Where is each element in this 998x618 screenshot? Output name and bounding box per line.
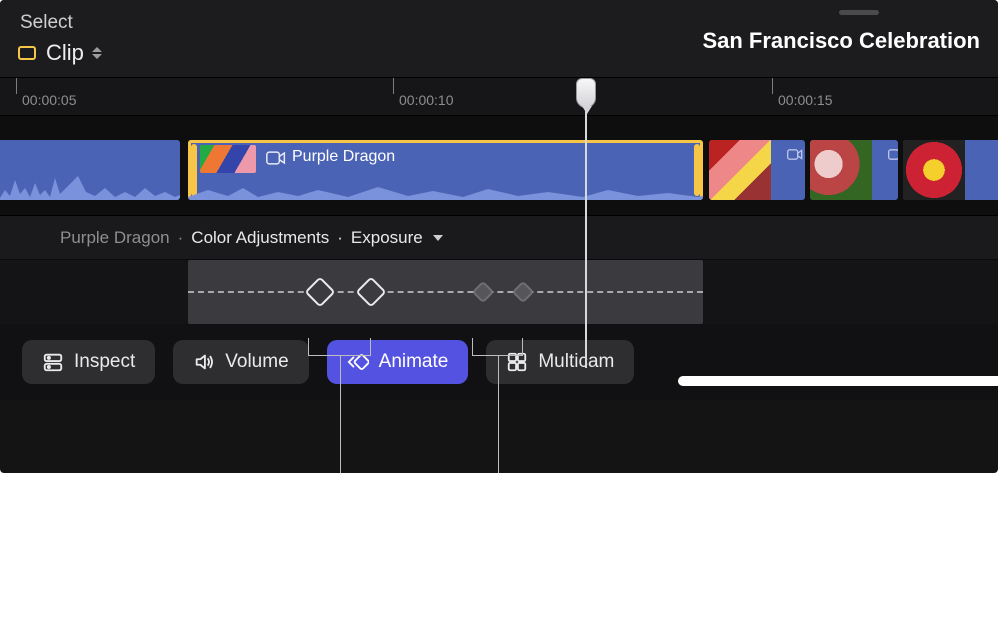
select-mode-label: Select — [20, 12, 73, 34]
zoom-slider[interactable] — [678, 376, 998, 386]
keyframe-active[interactable] — [355, 276, 386, 307]
video-editor-timeline: Select Clip San Francisco Celebration 00… — [0, 0, 998, 473]
video-animation-header: Purple Dragon · Color Adjustments · Expo… — [0, 216, 998, 260]
ruler-tick — [772, 78, 773, 94]
time-ruler[interactable]: 00:00:05 00:00:10 00:00:15 — [0, 78, 998, 116]
chevron-down-icon[interactable] — [433, 235, 443, 241]
keyframe-inactive[interactable] — [472, 281, 495, 304]
keyframe-editor[interactable] — [0, 260, 998, 324]
clip[interactable] — [903, 140, 998, 200]
primary-storyline[interactable]: Purple Dragon — [0, 116, 998, 216]
separator: · — [337, 228, 343, 248]
volume-icon — [193, 351, 215, 373]
keyframe-track[interactable] — [188, 260, 703, 324]
button-label: Volume — [225, 351, 288, 373]
inspect-icon — [42, 351, 64, 373]
camera-icon — [787, 148, 799, 166]
button-label: Inspect — [74, 351, 135, 373]
keyframe-inactive[interactable] — [512, 281, 535, 304]
editor-tab-bar: Inspect Volume Animate Multic — [0, 324, 998, 400]
ruler-tick — [16, 78, 17, 94]
callout-line — [340, 355, 342, 473]
separator: · — [178, 228, 184, 248]
project-title: San Francisco Celebration — [702, 28, 980, 54]
drag-handle-icon[interactable] — [839, 10, 879, 15]
clip[interactable] — [810, 140, 898, 200]
audio-waveform — [188, 170, 703, 200]
tool-label: Clip — [46, 40, 84, 66]
ruler-label: 00:00:15 — [778, 92, 833, 108]
ruler-label: 00:00:10 — [399, 92, 454, 108]
clip[interactable] — [0, 140, 180, 200]
clip-thumbnail — [810, 140, 872, 200]
button-label: Multicam — [538, 351, 614, 373]
volume-button[interactable]: Volume — [173, 340, 308, 384]
editor-clip-name: Purple Dragon — [60, 228, 170, 248]
keyframe-active[interactable] — [304, 276, 335, 307]
chevron-up-down-icon — [92, 47, 102, 59]
clip-thumbnail — [709, 140, 771, 200]
callout-bracket — [308, 338, 371, 356]
tool-selector[interactable]: Clip — [18, 40, 102, 66]
callout-line — [498, 355, 500, 473]
ruler-label: 00:00:05 — [22, 92, 77, 108]
clip[interactable] — [709, 140, 805, 200]
ruler-tick — [393, 78, 394, 94]
clip-thumbnail — [903, 140, 965, 200]
timeline-header: Select Clip San Francisco Celebration — [0, 0, 998, 78]
editor-section[interactable]: Color Adjustments — [191, 228, 329, 248]
camera-icon — [888, 148, 892, 166]
clip-selected[interactable]: Purple Dragon — [188, 140, 703, 200]
clip-thumbnail — [200, 145, 256, 173]
inspect-button[interactable]: Inspect — [22, 340, 155, 384]
editor-param[interactable]: Exposure — [351, 228, 423, 248]
keyframe-baseline — [188, 291, 703, 293]
clip-tool-icon — [18, 46, 36, 60]
button-label: Animate — [379, 351, 449, 373]
callout-bracket — [472, 338, 523, 356]
clip-name-label: Purple Dragon — [292, 148, 395, 166]
camera-icon — [266, 150, 286, 171]
audio-waveform — [0, 170, 180, 200]
